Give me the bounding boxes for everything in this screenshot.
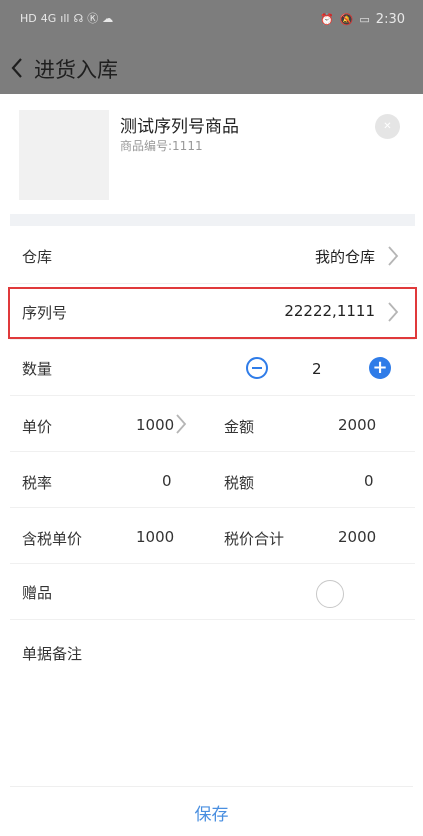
remark-label: 单据备注 [22, 645, 83, 663]
product-thumbnail [19, 110, 109, 200]
footer-bar: 保存 [10, 786, 413, 836]
network-4g-icon: 4G [40, 12, 57, 25]
gift-checkbox[interactable] [316, 580, 344, 608]
close-icon: ✕ [383, 120, 392, 132]
status-bar: HD 4G ıll ☊ Ⓚ ☁ ⏰ 🔕 ▭ 2:30 [0, 0, 423, 42]
remark-input[interactable] [110, 636, 410, 776]
gift-label: 赠品 [22, 584, 53, 602]
page-title: 进货入库 [34, 58, 118, 82]
back-button[interactable] [10, 48, 24, 88]
quantity-label: 数量 [22, 360, 53, 378]
tax-rate-value[interactable]: 0 [162, 472, 172, 490]
decrease-quantity-button[interactable] [246, 357, 268, 379]
warehouse-value: 我的仓库 [314, 248, 375, 266]
signal-icon: ıll [60, 12, 70, 25]
tax-amount-label: 税额 [224, 474, 255, 492]
k-icon: Ⓚ [87, 12, 99, 25]
amount-value: 2000 [338, 416, 377, 434]
quantity-row: 数量 [10, 340, 415, 396]
tax-inclusive-price-label: 含税单价 [22, 530, 83, 548]
section-divider [10, 214, 415, 226]
alarm-icon: ⏰ [319, 12, 334, 26]
increase-quantity-button[interactable]: + [369, 357, 391, 379]
warehouse-label: 仓库 [22, 248, 53, 266]
cloud-icon: ☁ [102, 12, 114, 25]
chevron-left-icon [11, 58, 22, 78]
mute-icon: 🔕 [339, 12, 354, 26]
status-right-icons: ⏰ 🔕 ▭ 2:30 [320, 12, 405, 27]
chevron-right-icon [388, 246, 399, 266]
status-left-icons: HD 4G ıll ☊ Ⓚ ☁ [20, 12, 113, 26]
product-card: 测试序列号商品 商品编号:1111 ✕ [0, 94, 423, 214]
tax-inclusive-price-value[interactable]: 1000 [136, 528, 174, 546]
save-button[interactable]: 保存 [10, 787, 413, 836]
amount-label: 金额 [224, 418, 255, 436]
serial-highlight-box [8, 287, 417, 339]
gift-row: 赠品 [10, 564, 415, 620]
battery-icon: ▭ [359, 12, 370, 26]
remove-product-button[interactable]: ✕ [375, 114, 400, 139]
unit-price-label: 单价 [22, 418, 53, 436]
minus-icon [252, 367, 262, 369]
tax-row [10, 452, 415, 508]
hotspot-icon: ☊ [73, 12, 84, 25]
hd-icon: HD [20, 12, 37, 25]
tax-amount-value: 0 [364, 472, 374, 490]
total-with-tax-label: 税价合计 [224, 530, 285, 548]
title-bar: 进货入库 [0, 42, 423, 94]
status-time: 2:30 [375, 12, 405, 27]
product-name: 测试序列号商品 [120, 117, 239, 137]
total-with-tax-value: 2000 [338, 528, 377, 546]
product-code: 商品编号:1111 [120, 139, 203, 153]
tax-rate-label: 税率 [22, 474, 53, 492]
quantity-value: 2 [312, 360, 322, 378]
chevron-right-icon[interactable] [175, 413, 187, 435]
warehouse-row[interactable]: 仓库 我的仓库 [10, 228, 415, 284]
plus-icon: + [372, 357, 388, 378]
unit-price-value[interactable]: 1000 [136, 416, 174, 434]
